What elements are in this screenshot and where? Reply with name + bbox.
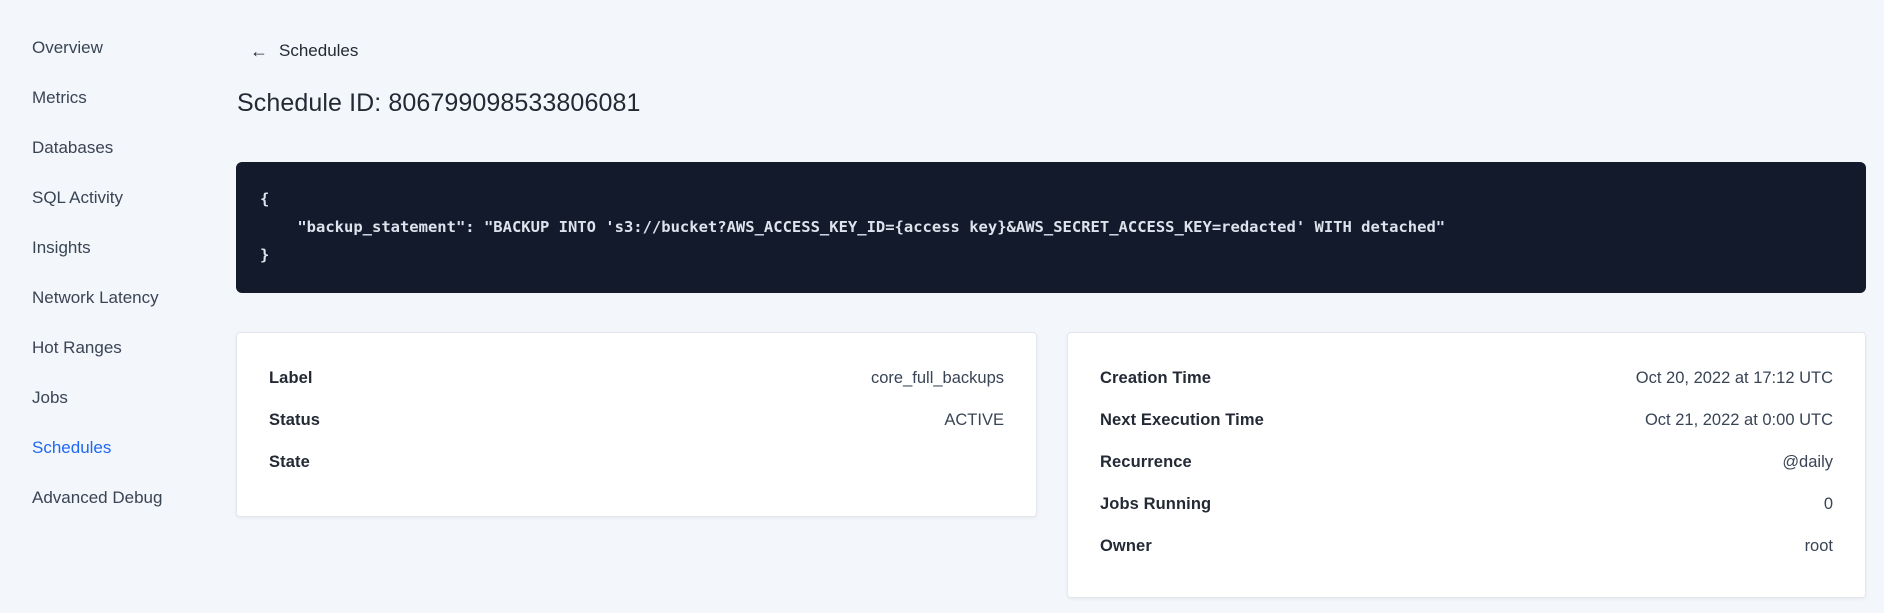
row-label: Status <box>269 410 321 429</box>
sidebar-item-label: Insights <box>32 238 91 257</box>
back-arrow-icon: ← <box>250 41 268 61</box>
sidebar-item[interactable]: Jobs <box>32 373 162 423</box>
row-label: Recurrence <box>1100 452 1192 471</box>
schedule-status-card: Label core_full_backups Status ACTIVE St… <box>236 332 1037 517</box>
sidebar-item-label: Advanced Debug <box>32 488 163 507</box>
card-row: Label core_full_backups <box>269 357 1004 399</box>
sidebar-item[interactable]: Insights <box>32 223 162 273</box>
card-row: Creation Time Oct 20, 2022 at 17:12 UTC <box>1100 357 1833 399</box>
sidebar-item[interactable]: Metrics <box>32 73 162 123</box>
sidebar-item[interactable]: Schedules <box>32 423 162 473</box>
code-line: } <box>260 246 270 264</box>
row-label: Owner <box>1100 536 1152 555</box>
sidebar-item[interactable]: Hot Ranges <box>32 323 162 373</box>
row-value: 0 <box>1823 494 1833 513</box>
row-value: core_full_backups <box>871 368 1004 387</box>
sidebar-item-label: Jobs <box>32 388 68 407</box>
sidebar-item[interactable]: Overview <box>32 23 162 73</box>
sidebar-item[interactable]: Advanced Debug <box>32 473 162 523</box>
card-row: Next Execution Time Oct 21, 2022 at 0:00… <box>1100 399 1833 441</box>
row-value: @daily <box>1782 452 1833 471</box>
row-label: Creation Time <box>1100 368 1212 387</box>
back-to-schedules-link[interactable]: ← Schedules <box>250 41 358 61</box>
card-row: Recurrence @daily <box>1100 441 1833 483</box>
card-row: Status ACTIVE <box>269 399 1004 441</box>
card-row: State <box>269 441 1004 483</box>
row-label: Next Execution Time <box>1100 410 1264 429</box>
row-value: Oct 21, 2022 at 0:00 UTC <box>1644 410 1833 429</box>
sidebar-item-label: Overview <box>32 38 103 57</box>
schedule-detail-page: Overview Metrics Databases SQL Activity … <box>0 0 1884 613</box>
sidebar-item-label: Metrics <box>32 88 87 107</box>
sidebar-item-label: Hot Ranges <box>32 338 122 357</box>
sidebar-item-label: Schedules <box>32 438 112 457</box>
code-line: "backup_statement": "BACKUP INTO 's3://b… <box>260 218 1446 236</box>
sidebar-item[interactable]: Databases <box>32 123 162 173</box>
card-row: Jobs Running 0 <box>1100 483 1833 525</box>
sidebar-nav: Overview Metrics Databases SQL Activity … <box>0 0 210 613</box>
schedule-execution-card: Creation Time Oct 20, 2022 at 17:12 UTC … <box>1067 332 1866 598</box>
row-label: Label <box>269 368 313 387</box>
back-link-label: Schedules <box>279 41 359 60</box>
card-row: Owner root <box>1100 525 1833 567</box>
row-label: Jobs Running <box>1100 494 1212 513</box>
backup-statement-code-block: { "backup_statement": "BACKUP INTO 's3:/… <box>236 162 1866 293</box>
sidebar-nav-list: Overview Metrics Databases SQL Activity … <box>32 23 162 523</box>
row-label: State <box>269 452 310 471</box>
row-value: root <box>1804 536 1833 555</box>
sidebar-item-label: Network Latency <box>32 288 159 307</box>
code-line: { <box>260 190 270 208</box>
sidebar-item-label: SQL Activity <box>32 188 124 207</box>
page-title: Schedule ID: 806799098533806081 <box>237 89 641 117</box>
sidebar-item[interactable]: SQL Activity <box>32 173 162 223</box>
row-value: Oct 20, 2022 at 17:12 UTC <box>1635 368 1833 387</box>
row-value: ACTIVE <box>944 410 1004 429</box>
sidebar-item-label: Databases <box>32 138 114 157</box>
sidebar-item[interactable]: Network Latency <box>32 273 162 323</box>
